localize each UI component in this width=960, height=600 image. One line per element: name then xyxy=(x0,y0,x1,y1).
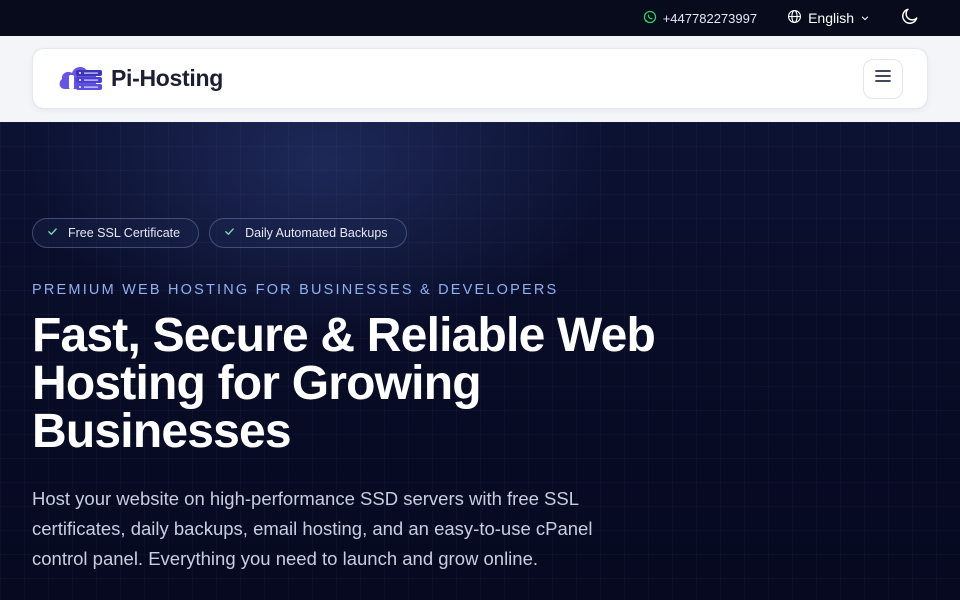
header-band: Pi-Hosting xyxy=(0,36,960,122)
language-selector[interactable]: English xyxy=(787,9,870,27)
whatsapp-icon xyxy=(643,10,657,27)
hero-description: Host your website on high-performance SS… xyxy=(32,488,593,569)
globe-icon xyxy=(787,9,802,27)
hero-headline: Fast, Secure & Reliable Web Hosting for … xyxy=(32,309,656,458)
feature-badges: Free SSL Certificate Daily Automated Bac… xyxy=(32,218,407,248)
badge-label: Daily Automated Backups xyxy=(245,226,388,240)
top-utility-bar: +447782273997 English xyxy=(0,0,960,36)
hero-section: Free SSL Certificate Daily Automated Bac… xyxy=(0,122,960,600)
navbar: Pi-Hosting xyxy=(32,48,928,109)
check-icon xyxy=(47,226,58,240)
theme-toggle-button[interactable] xyxy=(900,6,920,31)
badge-free-ssl: Free SSL Certificate xyxy=(32,218,200,248)
badge-label: Free SSL Certificate xyxy=(68,226,181,240)
logo-text: Pi-Hosting xyxy=(111,65,223,91)
whatsapp-phone-link[interactable]: +447782273997 xyxy=(643,10,757,27)
cloud-server-icon xyxy=(57,61,103,96)
hero-eyebrow: PREMIUM WEB HOSTING FOR BUSINESSES & DEV… xyxy=(32,282,559,298)
hamburger-icon xyxy=(875,69,891,88)
language-label: English xyxy=(808,10,854,26)
moon-icon xyxy=(900,6,920,31)
chevron-down-icon xyxy=(860,10,870,26)
menu-button[interactable] xyxy=(863,58,903,99)
phone-number: +447782273997 xyxy=(662,10,758,26)
check-icon xyxy=(224,226,235,240)
site-logo[interactable]: Pi-Hosting xyxy=(57,61,223,96)
badge-daily-backups: Daily Automated Backups xyxy=(209,218,407,248)
